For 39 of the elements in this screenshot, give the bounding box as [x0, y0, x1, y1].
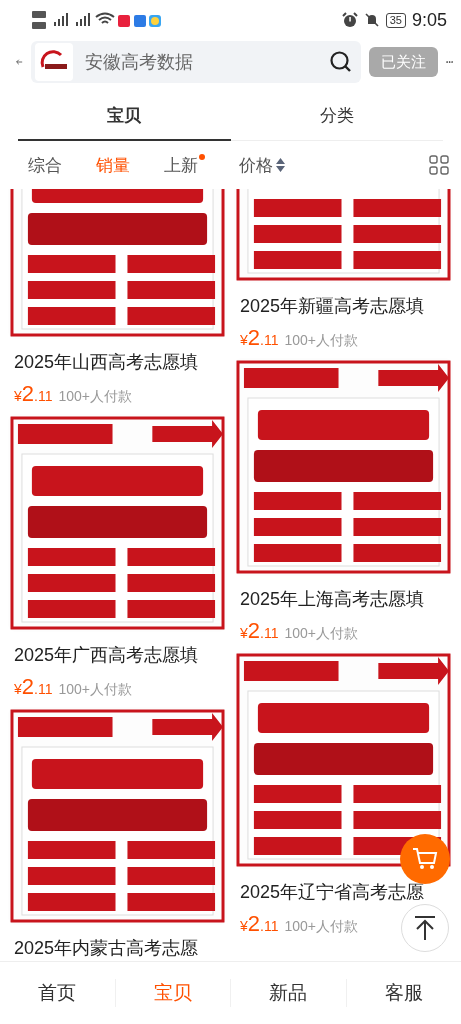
- more-icon[interactable]: [445, 58, 453, 66]
- arrow-up-icon: [414, 915, 436, 941]
- price-text: ¥2.11: [240, 325, 279, 351]
- battery-level: 35: [385, 12, 406, 28]
- price-text: ¥2.11: [14, 381, 53, 407]
- search-input[interactable]: 安徽高考数据: [82, 50, 319, 74]
- sort-option[interactable]: 价格: [239, 153, 285, 177]
- store-logo-icon: [34, 43, 73, 81]
- product-title[interactable]: 2025年上海高考志愿填: [240, 586, 447, 612]
- back-to-top-button[interactable]: [401, 904, 449, 952]
- sort-option[interactable]: 上新: [164, 153, 205, 177]
- product-title[interactable]: 2025年广西高考志愿填: [14, 642, 221, 668]
- cart-icon: [412, 847, 438, 871]
- product-title[interactable]: 2025年山西高考志愿填: [14, 349, 221, 375]
- clock-time: 9:05: [411, 9, 447, 31]
- grid-view-icon[interactable]: [429, 155, 449, 175]
- search-bar[interactable]: 安徽高考数据: [30, 41, 361, 83]
- price-text: ¥2.11: [14, 674, 53, 700]
- sales-count: 100+人付款: [58, 388, 133, 406]
- product-title[interactable]: 2025年内蒙古高考志愿: [14, 935, 221, 961]
- mute-icon: [363, 12, 380, 28]
- price-text: ¥2.11: [240, 911, 279, 937]
- sales-count: 100+人付款: [284, 625, 359, 643]
- tab[interactable]: 宝贝: [18, 92, 231, 141]
- search-icon[interactable]: [328, 50, 353, 74]
- sales-count: 100+人付款: [284, 918, 359, 936]
- nav-item[interactable]: 新品: [230, 979, 346, 1007]
- tab[interactable]: 分类: [230, 92, 443, 141]
- sales-count: 100+人付款: [58, 681, 133, 699]
- sort-option[interactable]: 综合: [28, 153, 62, 177]
- signal-icon: [32, 8, 162, 32]
- nav-item[interactable]: 首页: [0, 979, 115, 1007]
- alarm-icon: [341, 12, 358, 28]
- sales-count: 100+人付款: [284, 332, 359, 350]
- product-title[interactable]: 2025年新疆高考志愿填: [240, 293, 447, 319]
- price-text: ¥2.11: [240, 618, 279, 644]
- nav-item[interactable]: 客服: [345, 979, 461, 1007]
- sort-icon: [276, 158, 285, 172]
- product-title[interactable]: 2025年辽宁省高考志愿: [240, 879, 447, 905]
